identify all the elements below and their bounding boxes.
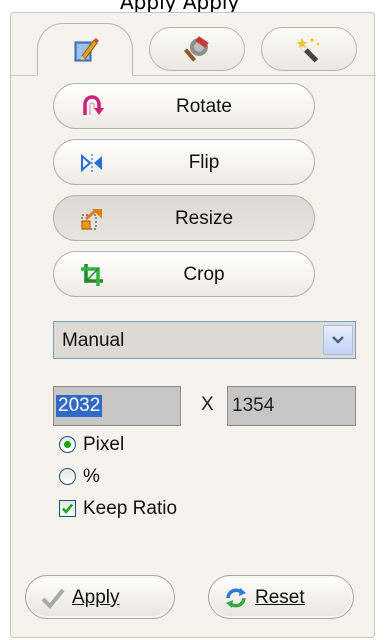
magic-wand-icon <box>296 38 320 63</box>
rotate-button[interactable]: Rotate <box>53 83 315 129</box>
chevron-down-icon[interactable] <box>323 325 353 355</box>
reset-label: Reset <box>255 587 305 608</box>
rotate-label: Rotate <box>176 96 232 117</box>
flip-button[interactable]: Flip <box>53 139 315 185</box>
crop-label: Crop <box>183 264 225 285</box>
dimension-separator: X <box>201 394 214 415</box>
keep-ratio-label: Keep Ratio <box>83 498 178 519</box>
unit-pixel-radio[interactable] <box>59 436 76 453</box>
flip-icon <box>81 153 102 173</box>
tab-bar <box>37 13 377 75</box>
resize-icon <box>81 209 102 230</box>
radio-selected-dot <box>64 441 71 448</box>
apply-label: Apply <box>72 587 120 608</box>
keep-ratio-checkbox[interactable] <box>59 500 76 517</box>
width-value: 2032 <box>56 395 103 417</box>
resize-mode-select[interactable]: Manual <box>53 321 356 359</box>
width-input[interactable]: 2032 <box>53 386 181 426</box>
resize-button[interactable]: Resize <box>53 195 315 241</box>
crop-button[interactable]: Crop <box>53 251 315 297</box>
tab-effects[interactable] <box>261 27 357 71</box>
reset-button[interactable]: Reset <box>208 575 354 619</box>
height-input[interactable]: 1354 <box>227 386 356 426</box>
unit-percent-radio[interactable] <box>59 468 76 485</box>
resize-label: Resize <box>174 208 234 229</box>
checkmark-icon <box>62 503 73 514</box>
tab-edit[interactable] <box>37 23 133 75</box>
refresh-icon <box>226 588 246 608</box>
resize-mode-value: Manual <box>62 330 125 351</box>
crop-icon <box>81 264 103 286</box>
unit-pixel-label: Pixel <box>83 434 125 455</box>
flip-label: Flip <box>188 152 220 173</box>
pencil-icon <box>74 37 99 61</box>
rotate-icon <box>83 95 104 115</box>
checkmark-icon <box>41 588 65 609</box>
hammer-icon <box>183 36 209 62</box>
unit-percent-label: % <box>83 466 100 487</box>
apply-button[interactable]: Apply <box>25 575 175 619</box>
image-tools-panel: Rotate Flip Resize Crop Manual 2032 X 13… <box>10 12 377 638</box>
tab-tools[interactable] <box>149 27 245 71</box>
height-value: 1354 <box>232 395 275 416</box>
